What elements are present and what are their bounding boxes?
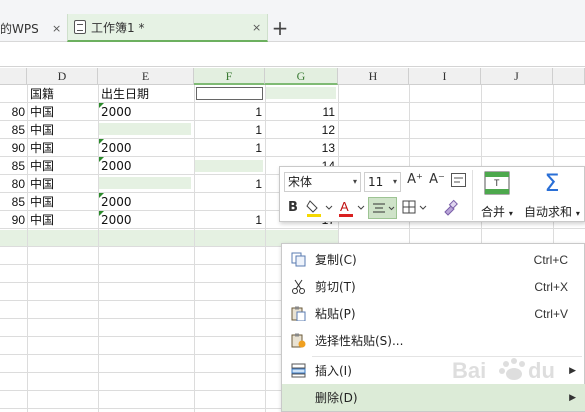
autosum-label[interactable]: 自动求和 ▾	[524, 203, 580, 220]
grow-font-button[interactable]: A⁺	[405, 172, 425, 187]
column-header-j[interactable]: J	[481, 68, 553, 85]
align-center-button[interactable]	[368, 197, 397, 219]
column-header-f[interactable]: F	[194, 68, 265, 85]
svg-text:A: A	[340, 199, 349, 214]
new-tab-button[interactable]: +	[270, 14, 290, 42]
column-header-h[interactable]: H	[338, 68, 409, 85]
chevron-down-icon: ▾	[352, 177, 357, 186]
paste-special-icon	[291, 333, 306, 348]
clear-format-icon	[451, 173, 466, 187]
cell-f[interactable]	[195, 157, 262, 175]
tab-label: 工作簿1 *	[91, 20, 145, 35]
column-header-e[interactable]: E	[98, 68, 194, 85]
font-size-select[interactable]: 11 ▾	[364, 172, 401, 192]
tab-workbook[interactable]: 工作簿1 * ×	[67, 14, 268, 42]
cell-e[interactable]: 2000	[101, 103, 191, 121]
bold-button[interactable]: B	[285, 200, 301, 215]
cell-f[interactable]: 1	[195, 175, 262, 193]
menu-item-cut[interactable]: 剪切(T) Ctrl+X	[282, 273, 585, 300]
font-name-value: 宋体	[288, 175, 313, 189]
font-size-value: 11	[368, 175, 384, 189]
close-icon[interactable]: ×	[252, 21, 261, 34]
baidu-watermark-logo: Bai du	[452, 358, 555, 383]
shrink-font-button[interactable]: A⁻	[427, 172, 447, 187]
sigma-icon[interactable]: Σ	[540, 169, 564, 197]
svg-text:Bai: Bai	[452, 358, 486, 383]
tab-wps[interactable]: 的WPS ×	[0, 14, 66, 42]
cell-e[interactable]: 2000	[101, 211, 191, 229]
cell-f[interactable]: 1	[195, 139, 262, 157]
cell-c[interactable]: 80	[0, 175, 25, 193]
cell-c[interactable]: 90	[0, 139, 25, 157]
tab-label: 的WPS	[0, 21, 39, 36]
chevron-down-icon: ▾	[392, 177, 397, 186]
cell-g[interactable]: 12	[266, 121, 335, 139]
close-icon[interactable]: ×	[52, 22, 61, 35]
cell-g[interactable]: 13	[266, 139, 335, 157]
cell-e[interactable]: 2000	[101, 139, 191, 157]
mini-format-toolbar: 宋体 ▾ 11 ▾ A⁺ A⁻ B A T 合并 ▾ Σ 自动求和 ▾	[279, 166, 585, 222]
insert-icon	[291, 363, 306, 378]
cell-c[interactable]: 85	[0, 157, 25, 175]
svg-text:du: du	[528, 358, 555, 383]
cell-e[interactable]: 2000	[101, 157, 191, 175]
column-header-c[interactable]	[0, 68, 27, 85]
format-painter-button[interactable]	[440, 198, 460, 218]
menu-item-paste-special[interactable]: 选择性粘贴(S)...	[282, 327, 585, 354]
cell-d[interactable]: 中国	[30, 193, 96, 211]
menu-item-paste[interactable]: 粘贴(P) Ctrl+V	[282, 300, 585, 327]
menu-item-copy[interactable]: 复制(C) Ctrl+C	[282, 246, 585, 273]
cell-f[interactable]: 1	[195, 211, 262, 229]
cell-e[interactable]	[101, 175, 191, 193]
copy-icon	[291, 252, 306, 267]
formula-bar[interactable]	[0, 43, 585, 67]
borders-button[interactable]	[401, 198, 429, 218]
column-header-d[interactable]: D	[27, 68, 98, 85]
merge-label[interactable]: 合并 ▾	[481, 203, 513, 220]
cell-d[interactable]: 中国	[30, 157, 96, 175]
cell-f[interactable]: 1	[195, 103, 262, 121]
cell-highlight	[266, 87, 336, 99]
cell-d[interactable]: 中国	[30, 103, 96, 121]
wps-spreadsheet-window: 的WPS × 工作簿1 * × + D E F G H I J 国籍 出生日期 …	[0, 0, 585, 412]
cell-c[interactable]: 90	[0, 211, 25, 229]
cell-c[interactable]: 85	[0, 193, 25, 211]
borders-icon	[402, 200, 427, 214]
align-center-icon	[373, 203, 395, 213]
tab-bar: 的WPS × 工作簿1 * × +	[0, 0, 585, 42]
fill-color-button[interactable]	[305, 198, 333, 218]
svg-text:T: T	[494, 178, 500, 188]
cell-g[interactable]: 11	[266, 103, 335, 121]
column-header-i[interactable]: I	[409, 68, 481, 85]
merge-cells-button[interactable]: T	[484, 171, 510, 195]
cell-f[interactable]: 1	[195, 121, 262, 139]
font-color-button[interactable]: A	[337, 198, 365, 218]
cell-c[interactable]: 80	[0, 103, 25, 121]
cell-e[interactable]	[101, 121, 191, 139]
scissors-icon	[292, 279, 305, 294]
cell-d[interactable]: 中国	[30, 139, 96, 157]
cell-c[interactable]: 85	[0, 121, 25, 139]
active-cell-indicator[interactable]	[196, 87, 263, 100]
paint-bucket-icon	[306, 200, 333, 217]
cell-e1[interactable]: 出生日期	[101, 85, 193, 103]
cell-d[interactable]: 中国	[30, 211, 96, 229]
column-header-k[interactable]	[553, 68, 585, 85]
cell-e[interactable]: 2000	[101, 193, 191, 211]
clear-format-button[interactable]	[450, 172, 467, 189]
cell-d[interactable]: 中国	[30, 121, 96, 139]
merge-cells-icon: T	[484, 171, 510, 195]
cell-d1[interactable]: 国籍	[30, 85, 96, 103]
cell-f[interactable]	[195, 193, 262, 211]
font-color-icon: A	[339, 199, 365, 217]
column-header-g[interactable]: G	[265, 68, 338, 85]
paste-icon	[291, 306, 306, 321]
format-painter-icon	[444, 199, 458, 216]
document-icon	[74, 20, 86, 34]
cell-d[interactable]: 中国	[30, 175, 96, 193]
font-name-select[interactable]: 宋体 ▾	[284, 172, 361, 192]
